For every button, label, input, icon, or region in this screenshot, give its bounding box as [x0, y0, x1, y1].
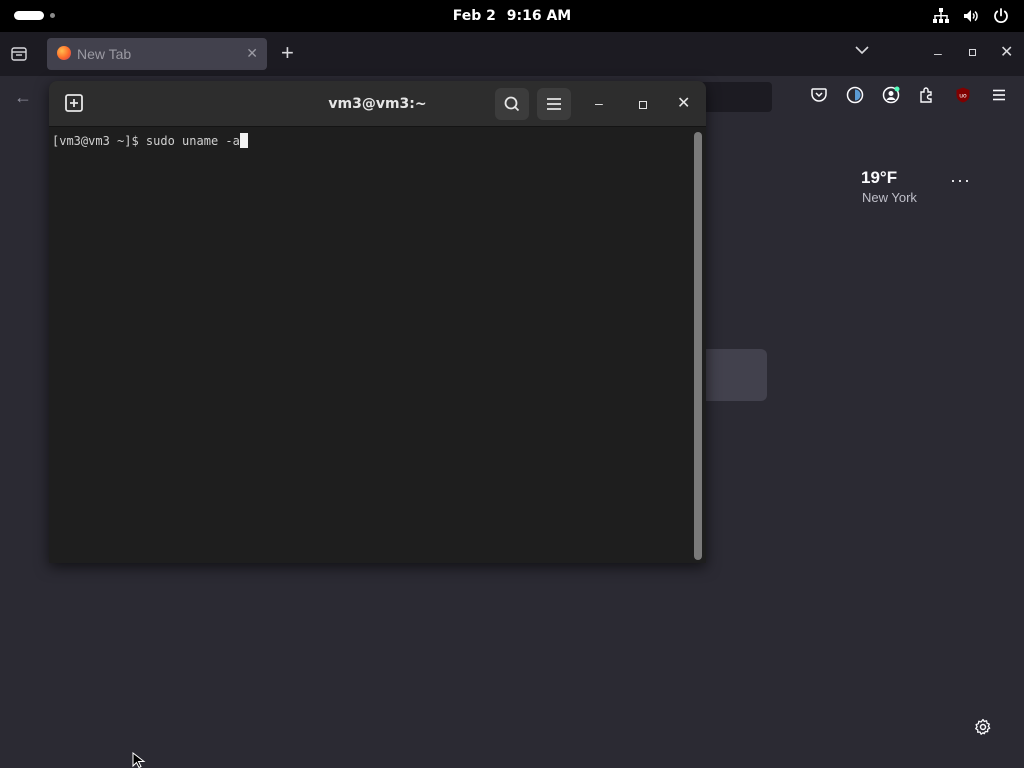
- weather-temperature[interactable]: 19°F: [861, 168, 897, 188]
- terminal-close-button[interactable]: ✕: [677, 93, 690, 113]
- system-tray[interactable]: [932, 7, 1010, 25]
- firefox-minimize-button[interactable]: –: [934, 45, 942, 61]
- tab-title: New Tab: [77, 46, 132, 62]
- list-all-tabs-icon[interactable]: [855, 45, 869, 55]
- ublock-icon[interactable]: uo: [954, 86, 972, 104]
- clock[interactable]: Feb 2 9:16 AM: [0, 8, 1024, 24]
- mouse-pointer-icon: [132, 752, 146, 768]
- sync-icon[interactable]: [846, 86, 864, 104]
- clock-time: 9:16 AM: [506, 8, 572, 24]
- terminal-title: vm3@vm3:~: [328, 96, 427, 112]
- terminal-minimize-button[interactable]: –: [595, 95, 603, 111]
- firefox-close-button[interactable]: ✕: [1000, 42, 1013, 62]
- hamburger-menu-icon: [547, 98, 561, 110]
- weather-city[interactable]: New York: [862, 190, 917, 205]
- menu-icon[interactable]: [990, 86, 1008, 104]
- firefox-view-icon[interactable]: [10, 45, 28, 63]
- terminal-cursor: [239, 133, 248, 148]
- terminal-command-line[interactable]: [vm3@vm3 ~]$ sudo uname -a: [52, 133, 248, 148]
- firefox-icon: [57, 46, 71, 60]
- url-bar[interactable]: [700, 82, 772, 112]
- gnome-top-bar: Feb 2 9:16 AM: [0, 0, 1024, 32]
- terminal-menu-button[interactable]: [537, 88, 571, 120]
- pocket-icon[interactable]: [810, 86, 828, 104]
- account-icon[interactable]: [882, 86, 900, 104]
- gear-icon[interactable]: [974, 718, 992, 736]
- power-icon[interactable]: [992, 7, 1010, 25]
- terminal-body[interactable]: [vm3@vm3 ~]$ sudo uname -a: [49, 127, 706, 563]
- terminal-search-button[interactable]: [495, 88, 529, 120]
- terminal-scrollbar[interactable]: [694, 132, 702, 560]
- firefox-maximize-button[interactable]: [969, 49, 976, 56]
- firefox-tab-bar: New Tab ✕ + – ✕: [0, 32, 1024, 76]
- network-icon[interactable]: [932, 7, 950, 25]
- terminal-header-bar[interactable]: vm3@vm3:~ – ✕: [49, 81, 706, 127]
- terminal-maximize-button[interactable]: [639, 101, 647, 109]
- svg-text:uo: uo: [959, 93, 967, 100]
- extensions-icon[interactable]: [918, 86, 936, 104]
- firefox-toolbar: uo: [810, 86, 1008, 104]
- volume-icon[interactable]: [962, 7, 980, 25]
- search-icon: [504, 96, 520, 112]
- weather-more-options-icon[interactable]: ···: [950, 170, 971, 191]
- terminal-prompt: [vm3@vm3 ~]$: [52, 134, 146, 148]
- tab-close-icon[interactable]: ✕: [246, 45, 258, 62]
- terminal-command: sudo uname -a: [145, 134, 240, 148]
- clock-date: Feb 2: [452, 8, 496, 24]
- new-tab-search-box[interactable]: [700, 349, 767, 401]
- tab-new-tab[interactable]: New Tab ✕: [47, 38, 267, 70]
- terminal-window[interactable]: vm3@vm3:~ – ✕ [vm3@vm3 ~]$ sudo uname -a: [49, 81, 706, 563]
- new-tab-button[interactable]: +: [281, 42, 294, 64]
- back-button[interactable]: ←: [14, 87, 32, 108]
